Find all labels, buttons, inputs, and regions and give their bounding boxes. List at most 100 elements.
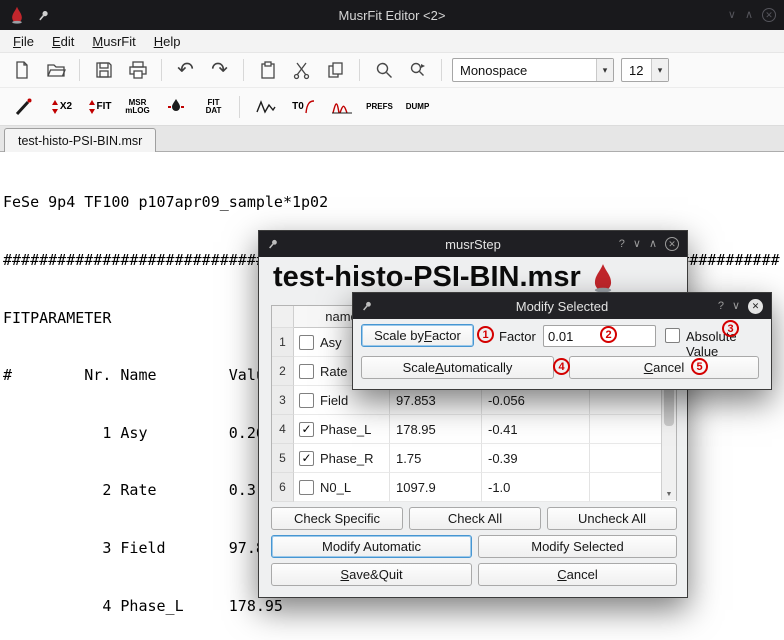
- row-checkbox[interactable]: [299, 480, 314, 495]
- table-row[interactable]: 3 Field 97.853 -0.056: [272, 386, 676, 415]
- help-icon[interactable]: ?: [619, 239, 625, 250]
- check-all-button[interactable]: Check All: [409, 507, 541, 530]
- cancel-button[interactable]: Cancel: [478, 563, 677, 586]
- undo-icon: ↶: [177, 60, 194, 80]
- unshade-icon[interactable]: ∧: [745, 10, 753, 21]
- font-family-select[interactable]: Monospace ▾: [452, 58, 614, 82]
- shade-icon[interactable]: ∨: [732, 301, 740, 312]
- close-icon[interactable]: ✕: [665, 237, 679, 251]
- row-checkbox[interactable]: [299, 335, 314, 350]
- toolbar-separator: [441, 59, 442, 81]
- red-arrows-icon: [88, 99, 96, 115]
- calc-chisq-label: X2: [60, 103, 72, 111]
- find-button[interactable]: [370, 57, 397, 84]
- open-file-button[interactable]: [42, 57, 69, 84]
- modify-dialog-titlebar[interactable]: Modify Selected ? ∨ ✕: [353, 293, 771, 319]
- musr-t0-button[interactable]: T0: [288, 92, 319, 122]
- label: ave&Quit: [349, 567, 402, 582]
- close-icon[interactable]: ✕: [748, 299, 763, 314]
- dropdown-arrow-button[interactable]: ▾: [596, 59, 613, 81]
- close-icon[interactable]: ✕: [762, 8, 776, 22]
- absolute-value-checkbox[interactable]: [665, 328, 680, 343]
- label: actor: [432, 328, 461, 343]
- factor-label: Factor: [499, 329, 536, 344]
- table-row[interactable]: 6 N0_L 1097.9 -1.0: [272, 473, 676, 502]
- shade-icon[interactable]: ∨: [633, 239, 641, 250]
- row-checkbox[interactable]: [299, 393, 314, 408]
- annotation-circle-1: 1: [477, 326, 494, 343]
- scroll-down-icon[interactable]: ▼: [662, 488, 676, 500]
- editor-line: 4 Phase_L 178.95: [3, 597, 784, 616]
- musrstep-titlebar[interactable]: musrStep ? ∨ ∧ ✕: [259, 231, 687, 257]
- musr-wizard-button[interactable]: [8, 92, 39, 122]
- modify-selected-button[interactable]: Modify Selected: [478, 535, 677, 558]
- unshade-icon[interactable]: ∧: [649, 239, 657, 250]
- param-name: Asy: [320, 335, 342, 350]
- menu-edit[interactable]: Edit: [43, 32, 83, 51]
- row-number: 1: [272, 328, 294, 357]
- table-row[interactable]: 5 ✓Phase_R 1.75 -0.39: [272, 444, 676, 473]
- label: Scale by: [374, 328, 424, 343]
- font-size-select[interactable]: 12 ▾: [621, 58, 669, 82]
- undo-button[interactable]: ↶: [172, 57, 199, 84]
- param-name: Field: [320, 393, 348, 408]
- row-number: 3: [272, 386, 294, 415]
- msr-file-name: test-histo-PSI-BIN.msr: [273, 261, 581, 294]
- calc-chisq-button[interactable]: X2: [46, 92, 77, 122]
- label: ancel: [567, 567, 598, 582]
- menu-file[interactable]: File: [4, 32, 43, 51]
- msr2data-label: FIT DAT: [206, 99, 222, 115]
- row-checkbox[interactable]: ✓: [299, 451, 314, 466]
- msr2data-button[interactable]: FIT DAT: [198, 92, 229, 122]
- save-button[interactable]: [90, 57, 117, 84]
- scale-by-factor-button[interactable]: Scale by Factor: [361, 324, 474, 347]
- chevron-down-icon: ▾: [658, 65, 663, 76]
- param-name: N0_L: [320, 480, 351, 495]
- save-quit-button[interactable]: Save&Quit: [271, 563, 472, 586]
- tabbar: test-histo-PSI-BIN.msr: [0, 126, 784, 152]
- window-titlebar[interactable]: MusrFit Editor <2> ∨ ∧ ✕: [0, 0, 784, 30]
- help-icon[interactable]: ?: [718, 301, 724, 312]
- musrstep-dialog: musrStep ? ∨ ∧ ✕ test-histo-PSI-BIN.msr …: [258, 230, 688, 598]
- find-next-button[interactable]: [404, 57, 431, 84]
- musr-dump-button[interactable]: DUMP: [402, 92, 433, 122]
- redo-icon: ↷: [211, 60, 228, 80]
- row-checkbox[interactable]: [299, 364, 314, 379]
- menu-help[interactable]: Help: [145, 32, 190, 51]
- dropdown-arrow-button[interactable]: ▾: [651, 59, 668, 81]
- swap-msr-mlog-button[interactable]: MSR mLOG: [122, 92, 153, 122]
- check-specific-button[interactable]: Check Specific: [271, 507, 403, 530]
- annotation-circle-3: 3: [722, 320, 739, 337]
- cut-button[interactable]: [288, 57, 315, 84]
- pin-icon[interactable]: [361, 300, 373, 312]
- redo-button[interactable]: ↷: [206, 57, 233, 84]
- copy-button[interactable]: [322, 57, 349, 84]
- musrview-button[interactable]: [160, 92, 191, 122]
- label: S: [340, 567, 349, 582]
- paste-button[interactable]: [254, 57, 281, 84]
- pin-icon[interactable]: [267, 238, 279, 250]
- ft-plot-button[interactable]: [326, 92, 357, 122]
- main-toolbar: ↶ ↷ Monospace ▾ 12 ▾: [0, 53, 784, 88]
- pin-icon[interactable]: [35, 7, 51, 23]
- print-button[interactable]: [124, 57, 151, 84]
- musr-ft-button[interactable]: [250, 92, 281, 122]
- cancel-button[interactable]: Cancel: [569, 356, 759, 379]
- row-checkbox[interactable]: ✓: [299, 422, 314, 437]
- label: C: [644, 360, 653, 375]
- annotation-circle-5: 5: [691, 358, 708, 375]
- new-file-button[interactable]: [8, 57, 35, 84]
- modify-automatic-button[interactable]: Modify Automatic: [271, 535, 472, 558]
- param-name: Rate: [320, 364, 347, 379]
- row-number: 2: [272, 357, 294, 386]
- modify-dialog-title: Modify Selected: [353, 299, 771, 314]
- shade-icon[interactable]: ∨: [728, 10, 736, 21]
- run-fit-button[interactable]: FIT: [84, 92, 115, 122]
- menu-musrfit[interactable]: MusrFit: [83, 32, 144, 51]
- uncheck-all-button[interactable]: Uncheck All: [547, 507, 677, 530]
- table-row[interactable]: 4 ✓Phase_L 178.95 -0.41: [272, 415, 676, 444]
- musr-prefs-button[interactable]: PREFS: [364, 92, 395, 122]
- tab-msr-file[interactable]: test-histo-PSI-BIN.msr: [4, 128, 156, 152]
- waveform-icon: [256, 99, 276, 115]
- scale-automatically-button[interactable]: Scale Automatically: [361, 356, 554, 379]
